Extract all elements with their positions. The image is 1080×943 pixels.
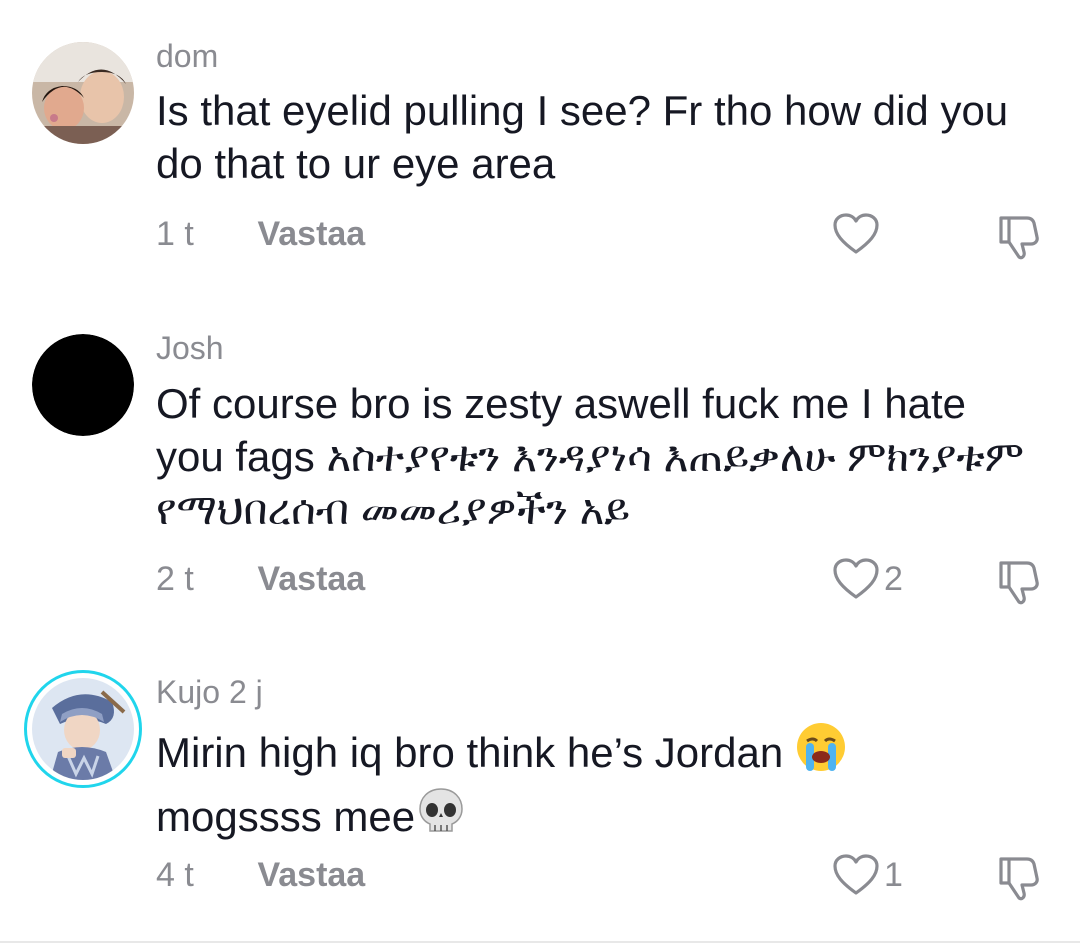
photo-avatar-icon xyxy=(32,42,134,144)
heart-icon xyxy=(833,213,879,254)
comment-username[interactable]: Kujo 2 j xyxy=(156,672,263,712)
comment-username[interactable]: Josh xyxy=(156,328,224,368)
comment-time: 4 t xyxy=(156,856,194,894)
comment-text-part: Mirin high iq bro think he’s Jordan xyxy=(156,729,795,776)
skull-emoji-icon xyxy=(415,785,467,849)
black-circle-avatar-icon xyxy=(32,334,134,436)
thumbs-down-icon xyxy=(999,216,1039,260)
comment-time: 1 t xyxy=(156,215,194,253)
like-button[interactable] xyxy=(832,210,880,258)
comment-meta: 2 t Vastaa xyxy=(156,559,365,599)
comment-text-part: mogssss mee xyxy=(156,793,416,840)
reply-button[interactable]: Vastaa xyxy=(257,560,365,598)
reply-button[interactable]: Vastaa xyxy=(257,856,365,894)
comment-meta: 4 t Vastaa xyxy=(156,855,365,895)
thumbs-down-icon xyxy=(999,857,1039,901)
comment-time: 2 t xyxy=(156,560,194,598)
dislike-button[interactable] xyxy=(993,210,1045,262)
like-button[interactable]: 2 xyxy=(832,555,903,603)
user-avatar[interactable] xyxy=(32,42,134,144)
reply-button[interactable]: Vastaa xyxy=(257,215,365,253)
dislike-button[interactable] xyxy=(993,555,1045,607)
heart-icon xyxy=(833,854,879,895)
heart-icon xyxy=(833,558,879,599)
user-avatar[interactable] xyxy=(24,670,142,788)
like-count: 2 xyxy=(884,559,903,598)
comment-text: Is that eyelid pulling I see? Fr tho how… xyxy=(156,87,1009,187)
like-count: 1 xyxy=(884,855,903,894)
like-button[interactable]: 1 xyxy=(832,851,903,899)
user-avatar[interactable] xyxy=(32,334,134,436)
dislike-button[interactable] xyxy=(993,851,1045,903)
thumbs-down-icon xyxy=(999,561,1039,605)
comment-username[interactable]: dom xyxy=(156,36,218,76)
loudly-crying-face-emoji-icon xyxy=(795,721,847,785)
anime-character-avatar-icon xyxy=(32,678,134,780)
comment-meta: 1 t Vastaa xyxy=(156,214,365,254)
comment-text: Of course bro is zesty aswell fuck me I … xyxy=(156,380,1024,533)
comment-text: Mirin high iq bro think he’s Jordan mogs… xyxy=(156,721,1036,849)
